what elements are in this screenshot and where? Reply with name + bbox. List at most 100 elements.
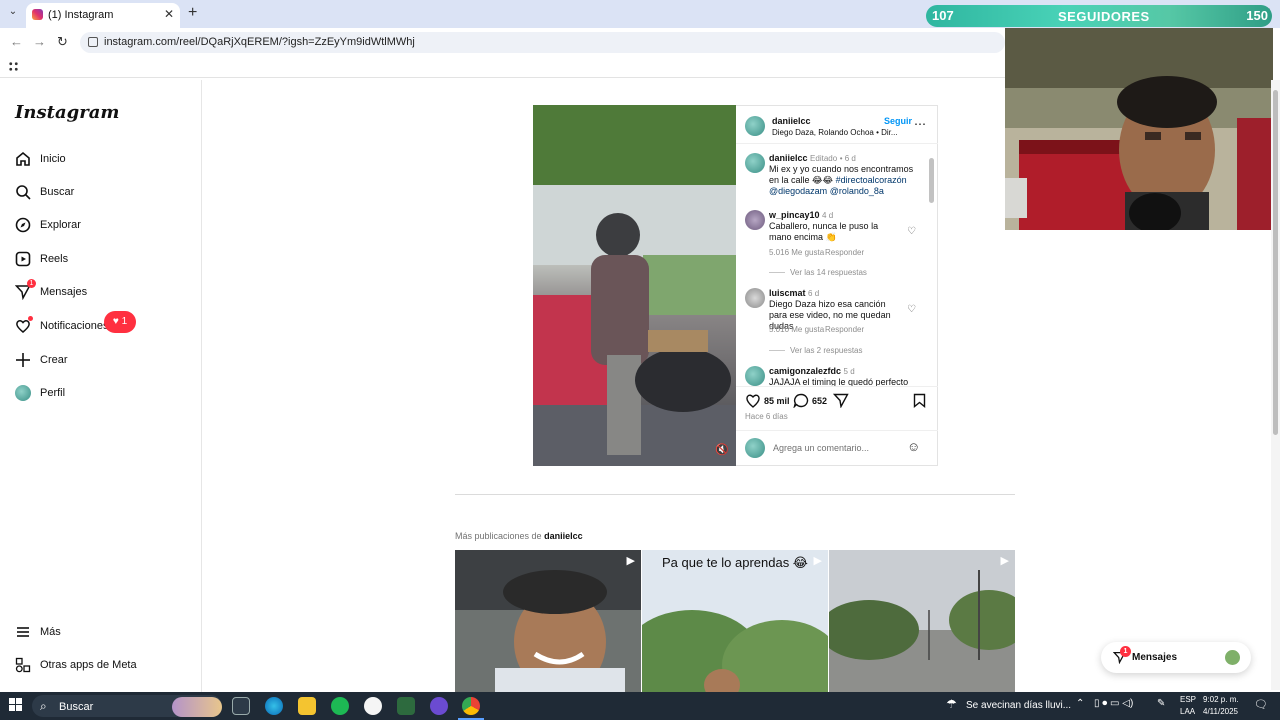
comment-likes[interactable]: 5.010 Me gusta <box>769 325 824 334</box>
nav-explorar[interactable]: Explorar <box>14 213 81 237</box>
meta-apps-icon <box>14 656 32 674</box>
post-age[interactable]: Hace 6 días <box>745 412 788 421</box>
save-icon[interactable] <box>913 393 926 411</box>
browser-tab[interactable]: (1) Instagram ✕ <box>26 3 180 28</box>
mute-icon[interactable]: 🔇 <box>715 443 729 456</box>
clock-time[interactable]: 9:02 p. m. <box>1203 695 1239 704</box>
comment-avatar[interactable] <box>745 210 765 230</box>
tray-chevron-icon[interactable]: ⌃ <box>1076 698 1084 709</box>
instagram-sidebar: Instagram Inicio Buscar Explorar Reels 1… <box>0 80 202 692</box>
messages-floating-button[interactable]: 1 Mensajes <box>1101 642 1251 673</box>
new-tab-button[interactable]: + <box>188 4 197 22</box>
lang-layout[interactable]: LAA <box>1180 707 1195 716</box>
caption-mention[interactable]: @rolando_8a <box>830 186 884 196</box>
nav-notificaciones[interactable]: Notificaciones <box>14 314 108 338</box>
comment-input[interactable]: Agrega un comentario... <box>773 443 869 453</box>
comment-age: 6 d <box>808 289 820 298</box>
view-replies[interactable]: Ver las 2 respuestas <box>790 346 862 355</box>
comment-username[interactable]: luiscmat <box>769 288 806 298</box>
caption-hashtag[interactable]: #directoalcorazón <box>836 175 907 185</box>
reply-button[interactable]: Responder <box>825 325 864 334</box>
comments-count[interactable]: 652 <box>812 396 827 406</box>
more-post-thumbnail[interactable]: ▶ <box>455 550 641 692</box>
emoji-icon[interactable]: ☺ <box>907 439 920 454</box>
nav-mensajes[interactable]: 1 Mensajes <box>14 279 88 304</box>
weather-text[interactable]: Se avecinan días lluvi... <box>966 700 1071 711</box>
app-icon[interactable] <box>397 697 415 715</box>
nav-otras-apps[interactable]: Otras apps de Meta <box>14 653 137 677</box>
followers-current: 107 <box>932 8 954 23</box>
search-icon <box>14 183 32 201</box>
nav-label: Mensajes <box>40 286 88 298</box>
spotify-icon[interactable] <box>331 697 349 715</box>
close-tab-icon[interactable]: ✕ <box>164 7 174 21</box>
followers-overlay: 107 SEGUIDORES 150 <box>926 5 1272 27</box>
caption-avatar[interactable] <box>745 153 765 173</box>
reply-button[interactable]: Responder <box>825 248 864 257</box>
scrollbar-thumb[interactable] <box>1273 90 1278 435</box>
post-username[interactable]: daniielcc <box>772 116 811 126</box>
comment-icon[interactable] <box>793 393 809 411</box>
followers-goal: 150 <box>1246 8 1268 23</box>
caption-username[interactable]: daniielcc <box>769 153 808 163</box>
like-icon[interactable] <box>745 393 761 411</box>
nav-mas[interactable]: Más <box>14 620 61 644</box>
notification-dot <box>28 316 33 321</box>
audio-credit[interactable]: Diego Daza, Rolando Ochoa • Dir... <box>772 128 898 137</box>
tray-icons[interactable]: ▯ ⏺ ▭ ◁) <box>1094 698 1133 709</box>
current-user-avatar <box>745 438 765 458</box>
nav-perfil[interactable]: Perfil <box>14 381 65 405</box>
taskbar-search[interactable]: ⌕ Buscar <box>32 695 222 717</box>
likes-count[interactable]: 85 mil <box>764 396 790 406</box>
view-replies[interactable]: Ver las 14 respuestas <box>790 268 867 277</box>
nav-reels[interactable]: Reels <box>14 247 68 271</box>
nav-crear[interactable]: Crear <box>14 348 68 372</box>
comments-scroll-thumb[interactable] <box>929 158 934 203</box>
notifications-count: 1 <box>121 316 128 327</box>
notifications-icon[interactable]: 🗨 <box>1254 698 1268 711</box>
reel-video[interactable]: 🔇 <box>533 105 736 466</box>
comment-avatar[interactable] <box>745 366 765 386</box>
pen-icon[interactable]: ✎ <box>1157 698 1165 709</box>
discord-icon[interactable] <box>430 697 448 715</box>
more-post-thumbnail[interactable]: ▶ <box>829 550 1015 692</box>
nav-buscar[interactable]: Buscar <box>14 180 74 204</box>
comment-likes[interactable]: 5.016 Me gusta <box>769 248 824 257</box>
like-comment-icon[interactable]: ♡ <box>907 226 916 237</box>
url-field[interactable]: instagram.com/reel/DQaRjXqEREM/?igsh=ZzE… <box>80 32 1005 53</box>
comment-avatar[interactable] <box>745 288 765 308</box>
edge-icon[interactable] <box>265 697 283 715</box>
windows-start-icon[interactable] <box>9 698 23 715</box>
chrome-icon[interactable] <box>462 697 480 715</box>
more-posts-title: Más publicaciones de daniielcc <box>455 531 583 541</box>
follow-button[interactable]: Seguir <box>884 116 912 126</box>
file-explorer-icon[interactable] <box>298 697 316 715</box>
share-icon[interactable] <box>832 393 849 411</box>
tab-search-icon[interactable]: ⌄ <box>6 6 20 20</box>
notifications-pill[interactable]: ♥ 1 <box>104 311 136 333</box>
reload-icon[interactable]: ↻ <box>57 34 68 50</box>
like-comment-icon[interactable]: ♡ <box>907 304 916 315</box>
more-options-icon[interactable]: ⋯ <box>914 117 926 131</box>
nav-label: Otras apps de Meta <box>40 659 137 671</box>
page-scrollbar[interactable] <box>1271 80 1280 690</box>
apps-grid-icon[interactable] <box>8 61 19 72</box>
obs-icon[interactable] <box>364 697 382 715</box>
nav-inicio[interactable]: Inicio <box>14 147 66 171</box>
more-posts-user[interactable]: daniielcc <box>544 531 583 541</box>
more-post-thumbnail[interactable]: Pa que te lo aprendas 😂 ▶ <box>642 550 828 692</box>
post-author-avatar[interactable] <box>745 116 765 136</box>
comment-username[interactable]: w_pincay10 <box>769 210 820 220</box>
site-info-icon[interactable] <box>88 37 98 47</box>
clock-date[interactable]: 4/11/2025 <box>1203 707 1238 716</box>
lang-code[interactable]: ESP <box>1180 695 1196 704</box>
back-icon[interactable]: ← <box>10 34 23 49</box>
forward-icon[interactable]: → <box>33 34 46 49</box>
caption-mention[interactable]: @diegodazam <box>769 186 827 196</box>
comments-scrollbar[interactable] <box>929 150 934 380</box>
compass-icon <box>14 216 32 234</box>
comment-username[interactable]: camigonzalezfdc <box>769 366 841 376</box>
instagram-logo[interactable]: Instagram <box>15 102 119 123</box>
reels-icon <box>14 250 32 268</box>
task-view-icon[interactable] <box>232 697 250 715</box>
